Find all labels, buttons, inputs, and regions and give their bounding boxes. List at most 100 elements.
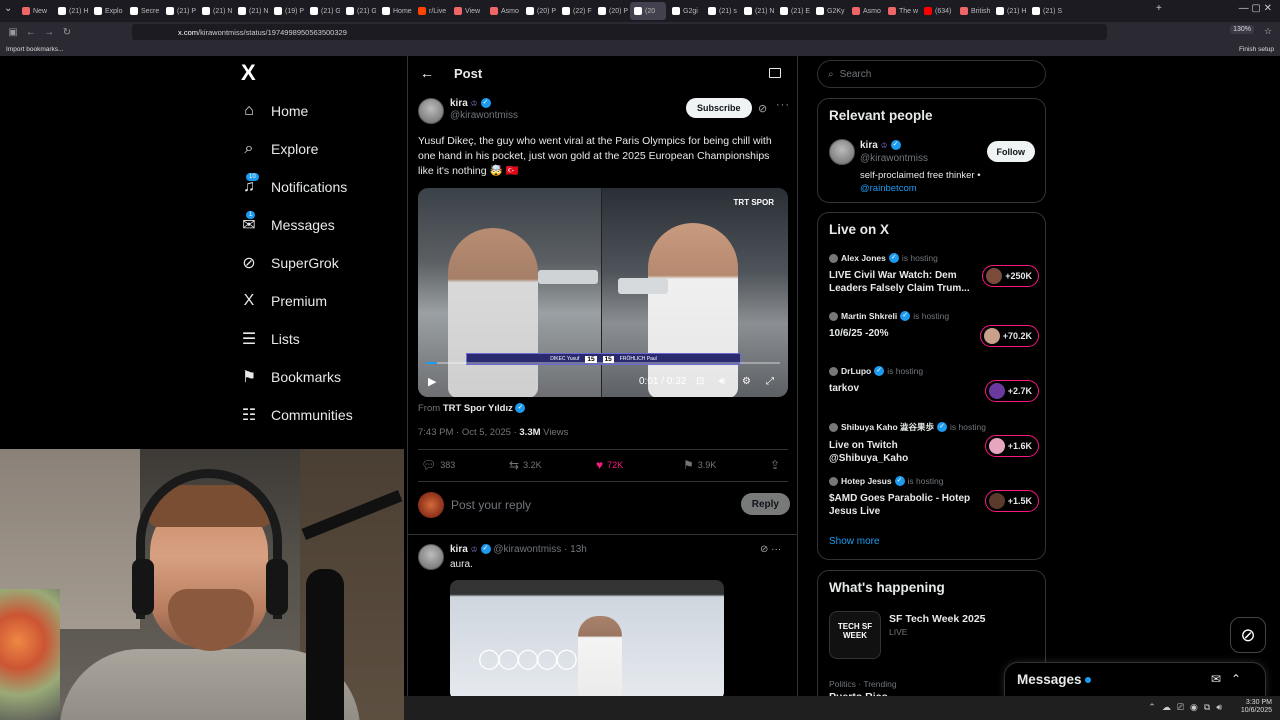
nav-item-home[interactable]: ⌂ Home [240,92,410,130]
grok-icon[interactable]: ⊘ [758,102,767,115]
reply-author-handle[interactable]: @kirawontmiss · 13h [493,544,587,555]
show-more-link[interactable]: Show more [829,536,880,547]
zoom-level[interactable]: 130% [1230,25,1254,34]
host-name[interactable]: Shibuya Kaho 澁谷果歩 [841,421,934,433]
browser-tab[interactable]: (21) H [54,2,88,20]
address-bar[interactable]: x.com/kirawontmiss/status/19749989505635… [132,24,1107,40]
sidebar-toggle-icon[interactable]: ▣ [4,27,22,38]
reload-icon[interactable]: ↻ [58,27,76,38]
relevant-person[interactable]: kira ♔ ✓ @kirawontmiss [860,139,928,165]
video-progress-bar[interactable] [426,362,780,364]
browser-tab[interactable]: Asmo [848,2,882,20]
live-item[interactable]: DrLupo ✓ is hosting tarkov +2.7K [829,366,1039,402]
finish-setup-button[interactable]: Finish setup [1239,46,1274,53]
listener-count-pill[interactable]: +70.2K [979,325,1039,347]
browser-tab[interactable]: r/Live [414,2,448,20]
system-tray-icons[interactable]: ⌃☁⎚◉⧉🔊︎ [1148,702,1228,713]
grok-float-button[interactable]: ⊘ [1230,617,1266,653]
browser-tab[interactable]: (20) P [522,2,556,20]
bio-link[interactable]: @rainbetcom [860,182,981,195]
browser-tab[interactable]: Explo [90,2,124,20]
reply-input[interactable]: Post your reply [451,498,531,512]
nav-item-communities[interactable]: ☷ Communities [240,396,410,434]
listener-count-pill[interactable]: +2.7K [984,380,1039,402]
browser-tab[interactable]: (634) [920,2,954,20]
more-options-icon[interactable]: ··· [771,544,781,555]
avatar[interactable] [418,544,444,570]
post-author[interactable]: kira ♔ ✓ @kirawontmiss [418,98,518,124]
host-name[interactable]: DrLupo [841,366,871,376]
import-bookmarks-link[interactable]: Import bookmarks... [6,46,63,53]
nav-item-bookmarks[interactable]: ⚑ Bookmarks [240,358,410,396]
browser-tab[interactable]: Secre [126,2,160,20]
bookmark-star-icon[interactable]: ☆ [1264,26,1272,37]
new-message-icon[interactable]: ✉ [1211,672,1231,686]
back-arrow-icon[interactable]: ← [420,65,454,81]
captions-icon[interactable]: ⊡ [696,376,704,387]
like-button[interactable]: ♥ 72K [596,458,623,472]
timestamp-text[interactable]: 7:43 PM · Oct 5, 2025 · [418,427,519,438]
nav-item-supergrok[interactable]: ⊘ SuperGrok [240,244,410,282]
relevant-person-handle[interactable]: @kirawontmiss [860,152,928,165]
listener-count-pill[interactable]: +1.5K [984,490,1039,512]
browser-tab[interactable]: (21) P [162,2,196,20]
browser-tab[interactable]: G2Ky [812,2,846,20]
nav-item-lists[interactable]: ☰ Lists [240,320,410,358]
host-name[interactable]: Hotep Jesus [841,476,892,486]
browser-tab[interactable]: G2gi [668,2,702,20]
live-item[interactable]: Martin Shkreli ✓ is hosting 10/6/25 -20% +70… [829,311,1039,347]
subscribe-button[interactable]: Subscribe [686,98,752,118]
clock[interactable]: 3:30 PM 10/6/2025 [1241,699,1272,715]
fullscreen-icon[interactable]: ⤢ [766,376,774,387]
browser-tab[interactable]: (21) s [704,2,738,20]
live-item[interactable]: Hotep Jesus ✓ is hosting $AMD Goes Paraboli… [829,476,1039,518]
author-handle[interactable]: @kirawontmiss [450,110,518,122]
x-logo-icon[interactable]: X [241,60,410,92]
live-item[interactable]: Shibuya Kaho 澁谷果歩 ✓ is hosting Live on Twit… [829,421,1039,465]
live-item[interactable]: Alex Jones ✓ is hosting LIVE Civil War Watc… [829,253,1039,295]
listener-count-pill[interactable]: +1.6K [984,435,1039,457]
reply-button[interactable]: 💬︎ 383 [421,458,455,472]
avatar[interactable] [829,139,855,165]
browser-tab[interactable]: Asmo [486,2,520,20]
relevant-person-name[interactable]: kira [860,140,878,151]
reply-image[interactable]: ◯◯◯◯◯ [450,580,724,700]
share-button[interactable]: ⇪ [770,458,780,472]
avatar[interactable] [418,492,444,518]
nav-item-explore[interactable]: ⌕ Explore [240,130,410,168]
browser-tab[interactable]: (21) N [198,2,232,20]
expand-icon[interactable]: ⌃ [1231,672,1251,686]
browser-tab[interactable]: (21) S [1028,2,1062,20]
forward-icon[interactable]: → [40,27,58,38]
nav-item-premium[interactable]: X Premium [240,282,410,320]
reply-author-name[interactable]: kira [450,544,468,555]
browser-tab[interactable]: (20) P [594,2,628,20]
trend-image[interactable]: TECH SF WEEK [829,611,881,659]
browser-tab[interactable]: (21) G [306,2,340,20]
browser-tab[interactable]: (21) H [992,2,1026,20]
avatar[interactable] [418,98,444,124]
browser-tab[interactable]: (20 [630,2,666,20]
listener-count-pill[interactable]: +250K [982,265,1039,287]
browser-tab[interactable]: New [18,2,52,20]
volume-icon[interactable]: 🔊︎ [719,376,725,387]
browser-tab[interactable]: (19) P [270,2,304,20]
host-name[interactable]: Martin Shkreli [841,311,897,321]
trend-title[interactable]: SF Tech Week 2025 [889,613,986,625]
reply-submit-button[interactable]: Reply [740,493,790,515]
follow-button[interactable]: Follow [986,141,1035,162]
from-source-link[interactable]: TRT Spor Yıldız [443,403,513,414]
browser-tab[interactable]: View [450,2,484,20]
host-name[interactable]: Alex Jones [841,253,886,263]
tab-list-icon[interactable]: ⌄ [4,3,12,14]
window-controls[interactable]: — ▢ ✕ [1239,3,1272,14]
messages-drawer[interactable]: Messages ✉⌃ [1004,662,1266,698]
nav-item-messages[interactable]: ✉ 1 Messages [240,206,410,244]
bookmark-button[interactable]: ⚑ 3.9K [683,458,716,472]
browser-tab[interactable]: British [956,2,990,20]
search-input[interactable]: ⌕ Search [817,60,1046,88]
back-icon[interactable]: ← [22,27,40,38]
reader-mode-icon[interactable] [769,68,781,78]
browser-tab[interactable]: (21) N [234,2,268,20]
grok-icon[interactable]: ⊘ [760,544,768,555]
